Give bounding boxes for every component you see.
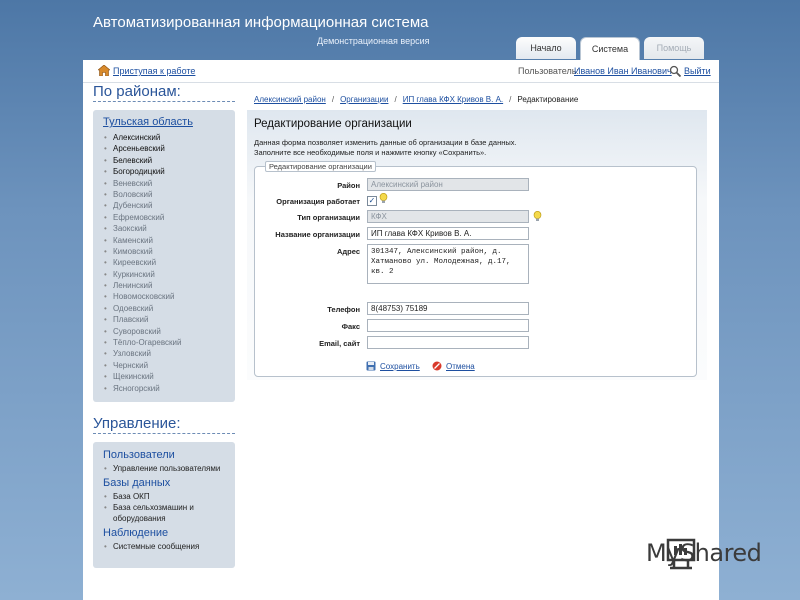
app-header: Автоматизированная информационная систем… [0, 0, 800, 62]
app-subtitle: Демонстрационная версия [317, 36, 430, 46]
main-tabs: Начало Система Помощь [516, 37, 708, 61]
regions-panel: Тульская область АлексинскийАрсеньевский… [93, 110, 235, 402]
district-label: Район [337, 181, 360, 190]
district-item: Чернский [103, 360, 225, 372]
breadcrumb-district[interactable]: Алексинский район [254, 95, 326, 104]
district-item[interactable]: Белевский [103, 155, 225, 167]
district-item: Суворовский [103, 326, 225, 338]
exit-link[interactable]: Выйти [684, 66, 711, 76]
phone-label: Телефон [327, 305, 360, 314]
cancel-button[interactable]: Отмена [446, 362, 475, 371]
district-item: Плавский [103, 314, 225, 326]
management-section-title: Управление: [93, 415, 235, 434]
district-item: Каменский [103, 235, 225, 247]
district-item: Веневский [103, 178, 225, 190]
databases-heading: Базы данных [103, 477, 171, 489]
monitoring-heading: Наблюдение [103, 527, 169, 539]
district-item: Тёпло-Огаревский [103, 337, 225, 349]
cancel-icon[interactable] [432, 361, 442, 371]
breadcrumb-current: Редактирование [517, 95, 579, 104]
lightbulb-icon [533, 211, 542, 221]
district-item: Ясногорский [103, 383, 225, 395]
top-bar: Приступая к работе Пользователь: Иванов … [83, 60, 719, 83]
district-field: Алексинский район [367, 178, 529, 191]
watermark-text: MyShared [646, 539, 762, 567]
breadcrumb-separator: / [331, 95, 335, 104]
active-label: Организация работает [276, 197, 360, 206]
okp-database-link[interactable]: База ОКП [103, 491, 225, 502]
save-button[interactable]: Сохранить [380, 362, 420, 371]
machinery-database-link[interactable]: База сельхозмашин и оборудования [103, 502, 225, 524]
district-item: Ефремовский [103, 212, 225, 224]
users-heading: Пользователи [103, 449, 175, 461]
breadcrumb-organization[interactable]: ИП глава КФХ Кривов В. А. [403, 95, 503, 104]
regions-section-title: По районам: [93, 83, 235, 102]
management-panel: Пользователи Управление пользователями Б… [93, 442, 235, 568]
district-item: Дубенский [103, 200, 225, 212]
district-item: Щекинский [103, 371, 225, 383]
form-legend: Редактирование организации [265, 161, 376, 172]
district-item[interactable]: Богородицкий [103, 166, 225, 178]
getting-started-link[interactable]: Приступая к работе [113, 66, 195, 76]
content-panel: Редактирование организации Данная форма … [247, 110, 707, 380]
org-type-field: КФХ [367, 210, 529, 223]
main-page: Приступая к работе Пользователь: Иванов … [83, 60, 719, 600]
breadcrumb-separator: / [394, 95, 397, 104]
district-item[interactable]: Алексинский [103, 132, 225, 144]
app-title: Автоматизированная информационная систем… [93, 14, 429, 31]
district-list: АлексинскийАрсеньевскийБелевскийБогороди… [103, 132, 225, 394]
home-icon[interactable] [98, 65, 110, 76]
fax-input[interactable] [367, 319, 529, 332]
manage-users-link[interactable]: Управление пользователями [103, 463, 225, 474]
district-item: Воловский [103, 189, 225, 201]
fax-label: Факс [341, 322, 360, 331]
user-name-link[interactable]: Иванов Иван Иванович [574, 66, 672, 76]
user-label: Пользователь: [518, 66, 579, 76]
district-item: Ленинский [103, 280, 225, 292]
phone-input[interactable]: 8(48753) 75189 [367, 302, 529, 315]
region-title-link[interactable]: Тульская область [103, 116, 225, 128]
tab-help: Помощь [644, 37, 704, 59]
district-item: Куркинский [103, 269, 225, 281]
breadcrumb-organizations[interactable]: Организации [340, 95, 388, 104]
breadcrumb: Алексинский район / Организации / ИП глава К… [254, 95, 578, 104]
active-checkbox[interactable]: ✓ [367, 196, 377, 206]
email-input[interactable] [367, 336, 529, 349]
breadcrumb-separator: / [509, 95, 512, 104]
tab-system[interactable]: Система [580, 37, 640, 61]
district-item: Киреевский [103, 257, 225, 269]
email-label: Email, сайт [319, 339, 360, 348]
tab-home[interactable]: Начало [516, 37, 576, 59]
system-messages-link[interactable]: Системные сообщения [103, 541, 225, 552]
district-item: Заокский [103, 223, 225, 235]
form-description: Данная форма позволяет изменить данные о… [254, 138, 517, 157]
edit-form: Редактирование организации Район Алексин… [254, 161, 697, 377]
address-label: Адрес [336, 247, 360, 256]
exit-icon[interactable] [669, 65, 681, 77]
save-icon[interactable] [366, 361, 376, 371]
district-item: Одоевский [103, 303, 225, 315]
address-textarea[interactable]: 301347, Алексинский район, д. Хатманово … [367, 244, 529, 284]
org-type-label: Тип организации [297, 213, 360, 222]
lightbulb-icon [379, 193, 388, 203]
district-item: Кимовский [103, 246, 225, 258]
district-item: Узловский [103, 348, 225, 360]
district-item[interactable]: Арсеньевский [103, 143, 225, 155]
org-name-input[interactable]: ИП глава КФХ Кривов В. А. [367, 227, 529, 240]
district-item: Новомосковский [103, 291, 225, 303]
org-name-label: Название организации [275, 230, 360, 239]
page-title: Редактирование организации [254, 118, 412, 130]
